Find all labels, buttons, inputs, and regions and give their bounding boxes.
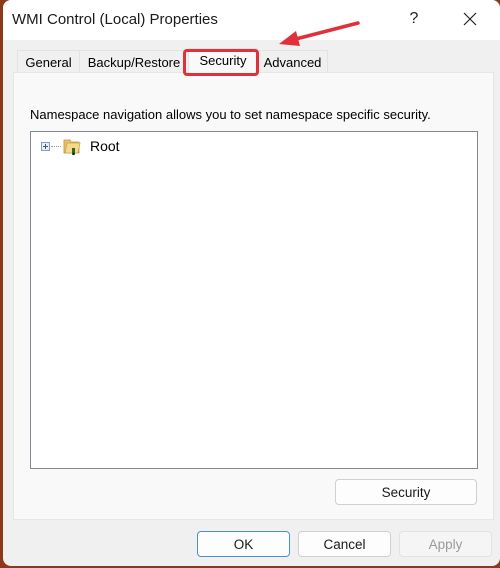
- tab-label: Advanced: [263, 55, 322, 70]
- apply-button[interactable]: Apply: [399, 531, 492, 557]
- help-button[interactable]: ?: [397, 4, 431, 34]
- namespace-tree[interactable]: Root: [30, 131, 478, 469]
- security-button[interactable]: Security: [335, 479, 477, 505]
- ok-button[interactable]: OK: [197, 531, 290, 557]
- security-tab-page: Namespace navigation allows you to set n…: [13, 72, 494, 520]
- tree-connector: [51, 145, 61, 147]
- window-title: WMI Control (Local) Properties: [12, 11, 218, 28]
- tab-label: Security: [199, 53, 247, 68]
- description-text: Namespace navigation allows you to set n…: [30, 107, 431, 122]
- tab-security[interactable]: Security: [188, 48, 258, 73]
- tree-item-label: Root: [90, 138, 120, 154]
- tab-label: Backup/Restore: [87, 55, 181, 70]
- cancel-button[interactable]: Cancel: [298, 531, 391, 557]
- tab-label: General: [25, 55, 72, 70]
- tab-general[interactable]: General: [17, 50, 80, 73]
- properties-dialog: WMI Control (Local) Properties ? General…: [3, 0, 500, 566]
- expand-icon[interactable]: [41, 141, 50, 151]
- tab-backup-restore[interactable]: Backup/Restore: [79, 50, 189, 73]
- tree-item-root[interactable]: Root: [41, 136, 120, 156]
- close-icon: [463, 12, 477, 26]
- close-button[interactable]: [453, 4, 487, 34]
- tab-advanced[interactable]: Advanced: [257, 50, 328, 73]
- folder-icon: [63, 139, 81, 155]
- title-bar[interactable]: WMI Control (Local) Properties ?: [3, 0, 500, 40]
